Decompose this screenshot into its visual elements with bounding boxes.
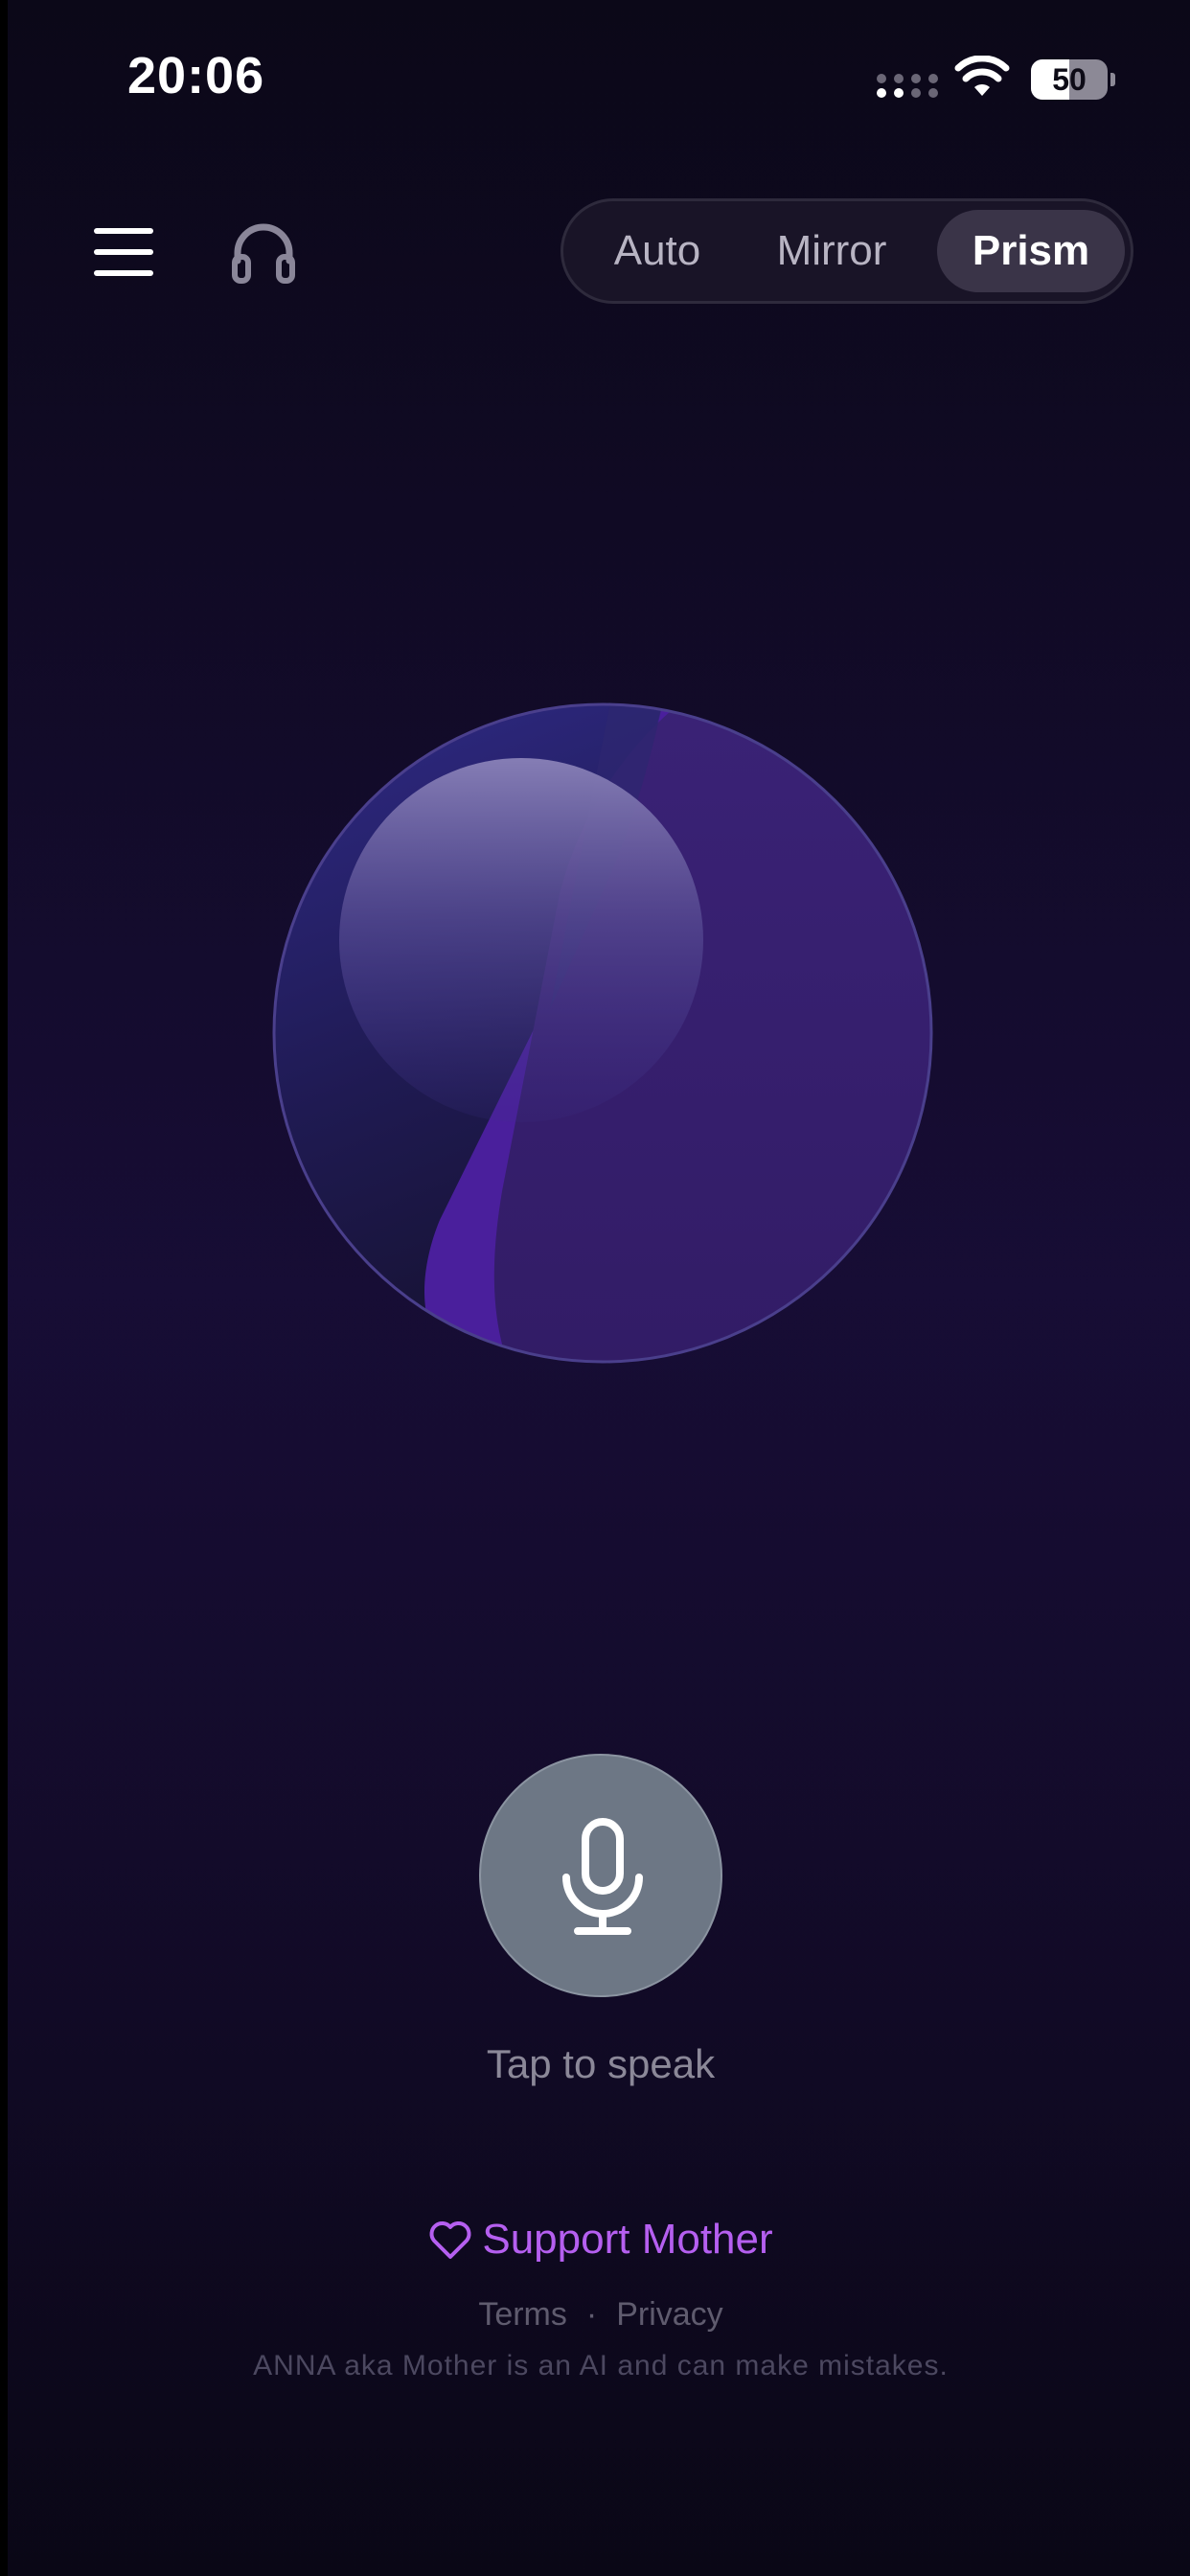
headphones-icon[interactable]	[230, 218, 297, 284]
legal-links: Terms · Privacy	[0, 2296, 1190, 2334]
ai-disclaimer: ANNA aka Mother is an AI and can make mi…	[253, 2350, 949, 2381]
mode-selector: Auto Mirror Prism	[561, 198, 1133, 304]
support-mother-link[interactable]: Support Mother	[0, 2216, 1190, 2264]
voice-orb	[272, 702, 933, 1364]
terms-link[interactable]: Terms	[478, 2296, 567, 2333]
hamburger-menu-icon[interactable]	[94, 226, 155, 278]
privacy-link[interactable]: Privacy	[616, 2296, 722, 2333]
support-mother-label: Support Mother	[482, 2216, 773, 2263]
mode-auto-tab[interactable]: Auto	[579, 210, 736, 292]
status-time: 20:06	[127, 47, 265, 104]
mode-mirror-tab[interactable]: Mirror	[745, 210, 918, 292]
heart-icon	[429, 2221, 471, 2259]
screen-edge	[0, 0, 8, 2576]
battery-indicator: 50	[1031, 59, 1115, 100]
link-separator: ·	[585, 2296, 598, 2333]
mode-prism-tab[interactable]: Prism	[937, 210, 1125, 292]
cellular-signal-icon	[877, 74, 938, 98]
tap-to-speak-label: Tap to speak	[486, 2041, 716, 2086]
microphone-button[interactable]	[479, 1754, 722, 1997]
microphone-icon	[562, 1818, 643, 1935]
battery-percent: 50	[1052, 62, 1087, 97]
wifi-icon	[954, 56, 1010, 96]
